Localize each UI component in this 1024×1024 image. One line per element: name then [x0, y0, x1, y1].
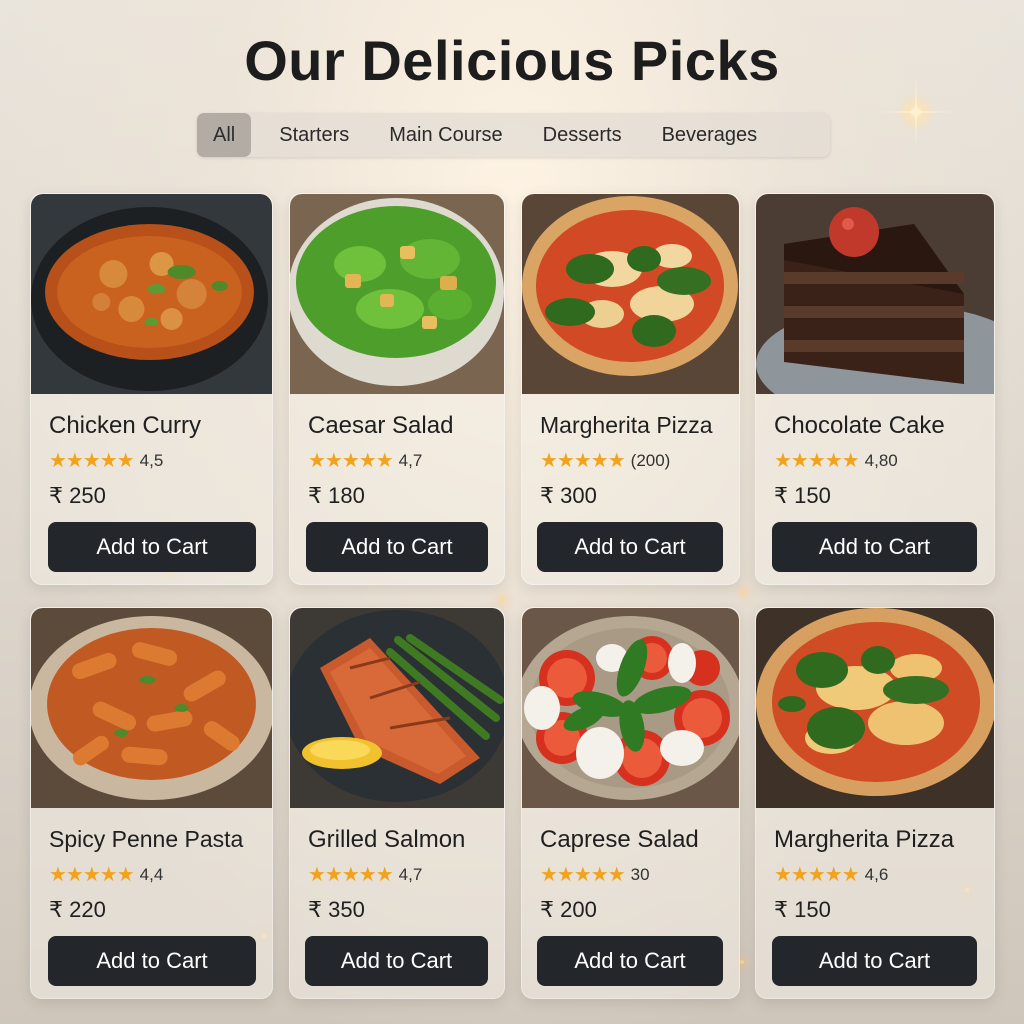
add-to-cart-button[interactable]: Add to Cart [772, 936, 977, 986]
menu-card: Caprese Salad ★★★★★ 30 ₹ 200 Add to Cart [521, 607, 740, 999]
star-rating-icon: ★★★★★ [49, 864, 135, 886]
menu-card: Caesar Salad ★★★★★ 4,7 ₹ 180 Add to Cart [289, 193, 505, 585]
rating-value: 4,80 [864, 451, 898, 470]
add-to-cart-button[interactable]: Add to Cart [537, 522, 723, 572]
star-rating-icon: ★★★★★ [774, 864, 860, 886]
menu-card: Spicy Penne Pasta ★★★★★ 4,4 ₹ 220 Add to… [30, 607, 273, 999]
star-rating-icon: ★★★★★ [308, 450, 394, 472]
item-name: Chicken Curry [49, 412, 202, 439]
item-name: Caprese Salad [540, 826, 699, 853]
add-to-cart-button[interactable]: Add to Cart [537, 936, 723, 986]
add-to-cart-button[interactable]: Add to Cart [48, 936, 256, 986]
item-rating: ★★★★★ 4,6 [774, 864, 888, 886]
item-name: Spicy Penne Pasta [49, 826, 244, 852]
item-name: Chocolate Cake [774, 412, 945, 439]
item-name: Grilled Salmon [308, 826, 466, 853]
margherita-pizza-image [756, 608, 994, 808]
item-rating: ★★★★★ 4,5 [49, 450, 163, 472]
item-price: ₹ 220 [49, 897, 106, 922]
item-price: ₹ 350 [308, 897, 365, 922]
add-to-cart-button[interactable]: Add to Cart [772, 522, 977, 572]
sparkle-dot [500, 598, 504, 602]
star-rating-icon: ★★★★★ [49, 450, 135, 472]
penne-pasta-image [31, 608, 272, 808]
star-rating-icon: ★★★★★ [308, 864, 394, 886]
rating-value: 4,6 [864, 865, 889, 884]
rating-value: 4,7 [398, 865, 423, 884]
item-rating: ★★★★★ 4,7 [308, 450, 422, 472]
menu-card: Chicken Curry ★★★★★ 4,5 ₹ 250 Add to Car… [30, 193, 273, 585]
grilled-salmon-image [290, 608, 504, 808]
star-rating-icon: ★★★★★ [540, 864, 626, 886]
add-to-cart-button[interactable]: Add to Cart [305, 936, 488, 986]
item-name: Margherita Pizza [540, 412, 713, 438]
item-price: ₹ 300 [540, 483, 597, 508]
caesar-salad-image [290, 194, 504, 394]
chocolate-cake-image [756, 194, 994, 394]
margherita-pizza-image [522, 194, 739, 394]
rating-value: (200) [630, 451, 671, 470]
tab-main-course[interactable]: Main Course [369, 113, 522, 157]
tab-starters[interactable]: Starters [259, 113, 369, 157]
item-name: Margherita Pizza [774, 826, 955, 853]
caprese-salad-image [522, 608, 739, 808]
item-price: ₹ 200 [540, 897, 597, 922]
item-rating: ★★★★★ 4,80 [774, 450, 898, 472]
item-price: ₹ 180 [308, 483, 365, 508]
item-rating: ★★★★★ 30 [540, 864, 650, 886]
sparkle-dot [742, 590, 746, 594]
rating-value: 4,5 [139, 451, 164, 470]
chicken-curry-image [31, 194, 272, 394]
tab-desserts[interactable]: Desserts [523, 113, 642, 157]
add-to-cart-button[interactable]: Add to Cart [306, 522, 488, 572]
rating-value: 30 [630, 865, 650, 884]
add-to-cart-button[interactable]: Add to Cart [48, 522, 256, 572]
category-tabs: All Starters Main Course Desserts Bevera… [197, 113, 830, 157]
item-rating: ★★★★★ 4,4 [49, 864, 163, 886]
item-rating: ★★★★★ 4,7 [308, 864, 422, 886]
item-name: Caesar Salad [308, 412, 454, 439]
item-price: ₹ 150 [774, 897, 831, 922]
tab-beverages[interactable]: Beverages [642, 113, 778, 157]
item-price: ₹ 150 [774, 483, 831, 508]
menu-card: Grilled Salmon ★★★★★ 4,7 ₹ 350 Add to Ca… [289, 607, 505, 999]
star-rating-icon: ★★★★★ [540, 450, 626, 472]
item-rating: ★★★★★ (200) [540, 450, 670, 472]
star-rating-icon: ★★★★★ [774, 450, 860, 472]
menu-card: Margherita Pizza ★★★★★ 4,6 ₹ 150 Add to … [755, 607, 995, 999]
sparkle-dot [740, 960, 744, 964]
item-price: ₹ 250 [49, 483, 106, 508]
menu-card: Chocolate Cake ★★★★★ 4,80 ₹ 150 Add to C… [755, 193, 995, 585]
tab-all[interactable]: All [197, 113, 252, 157]
menu-card: Margherita Pizza ★★★★★ (200) ₹ 300 Add t… [521, 193, 740, 585]
page-title: Our Delicious Picks [244, 29, 780, 92]
rating-value: 4,7 [398, 451, 423, 470]
rating-value: 4,4 [139, 865, 164, 884]
